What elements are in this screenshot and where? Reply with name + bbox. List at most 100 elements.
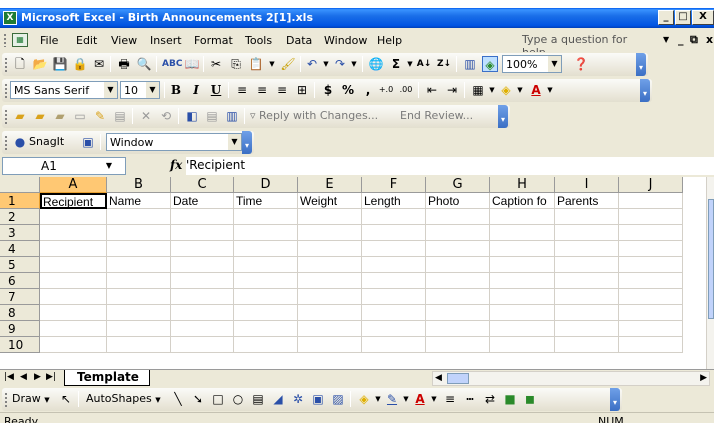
open-icon[interactable]: 📂 [32,56,48,72]
cell-b3[interactable] [107,225,171,241]
cell-a5[interactable] [40,257,107,273]
font-color-dropdown-icon[interactable]: ▼ [542,82,558,98]
row-header-4[interactable]: 4 [0,241,40,257]
fill-dropdown-icon[interactable]: ▼ [512,82,528,98]
cell-b5[interactable] [107,257,171,273]
reply-with-changes-button[interactable]: ▿ Reply with Changes... [250,109,378,122]
row-header-10[interactable]: 10 [0,337,40,353]
print-icon[interactable]: 🖶 [116,56,132,72]
cell-h7[interactable] [490,289,555,305]
cell-f7[interactable] [362,289,426,305]
cell-d10[interactable] [234,337,298,353]
cell-d4[interactable] [234,241,298,257]
toolbar-grip[interactable] [3,33,7,47]
next-sheet-icon[interactable]: ▶ [34,372,41,382]
cell-f9[interactable] [362,321,426,337]
cell-h4[interactable] [490,241,555,257]
zoom-select[interactable]: 100% ▼ [502,55,562,73]
new-icon[interactable]: 🗋 [12,56,28,72]
line-style-icon[interactable]: ≡ [442,391,458,407]
toolbar-options-icon[interactable]: ▾ [610,388,620,411]
cell-b7[interactable] [107,289,171,305]
cell-g10[interactable] [426,337,490,353]
worksheet-grid[interactable]: A B C D E F G H I J 1 Recipient Name Date Time Weight Le… [0,177,714,369]
cell-c9[interactable] [171,321,234,337]
cell-b6[interactable] [107,273,171,289]
maximize-button[interactable]: □ [675,10,691,25]
cell-j9[interactable] [619,321,683,337]
cell-d3[interactable] [234,225,298,241]
percent-button[interactable]: % [340,82,356,98]
excel-icon[interactable]: X [3,11,17,25]
workbook-icon[interactable]: ▦ [12,33,28,47]
snagit-icon[interactable]: ● [12,134,28,150]
cell-h8[interactable] [490,305,555,321]
column-header-j[interactable]: J [619,177,683,193]
cell-c1[interactable]: Date [171,193,234,209]
chart-wizard-icon[interactable]: ▥ [462,56,478,72]
capture-mode-select[interactable]: Window ▼ [106,133,242,151]
cell-b2[interactable] [107,209,171,225]
menu-tools[interactable]: Tools [245,34,272,47]
scroll-right-icon[interactable]: ▶ [700,373,707,383]
print-preview-icon[interactable]: 🔍 [136,56,152,72]
cell-a1[interactable]: Recipient [40,193,107,209]
snagit-settings-icon[interactable]: ▣ [80,134,96,150]
name-box[interactable]: A1 ▼ [2,157,126,175]
line-icon[interactable]: ╲ [170,391,186,407]
cell-b1[interactable]: Name [107,193,171,209]
cell-e3[interactable] [298,225,362,241]
paste-icon[interactable]: 📋 [248,56,264,72]
cell-g4[interactable] [426,241,490,257]
rectangle-icon[interactable]: □ [210,391,226,407]
cell-a2[interactable] [40,209,107,225]
bold-button[interactable]: B [168,82,184,98]
cell-e9[interactable] [298,321,362,337]
cell-i10[interactable] [555,337,619,353]
italic-button[interactable]: I [188,82,204,98]
shadow-icon[interactable]: ■ [502,391,518,407]
column-header-e[interactable]: E [298,177,362,193]
cell-c5[interactable] [171,257,234,273]
comma-button[interactable]: , [360,82,376,98]
arrow-icon[interactable]: ➘ [190,391,206,407]
font-size-select[interactable]: 10 ▼ [120,81,160,99]
folder-icon[interactable]: ▰ [52,108,68,124]
ink-icon[interactable]: ⟲ [158,108,174,124]
cell-b4[interactable] [107,241,171,257]
cell-c8[interactable] [171,305,234,321]
menu-format[interactable]: Format [194,34,233,47]
cut-icon[interactable]: ✂ [208,56,224,72]
cell-e5[interactable] [298,257,362,273]
prev-sheet-icon[interactable]: ◀ [20,372,27,382]
increase-decimal-icon[interactable]: +.0 [378,82,394,98]
dash-style-icon[interactable]: ┅ [462,391,478,407]
toolbar-grip[interactable] [4,135,8,150]
cell-a6[interactable] [40,273,107,289]
cell-j1[interactable] [619,193,683,209]
cell-h9[interactable] [490,321,555,337]
decrease-decimal-icon[interactable]: .00 [398,82,414,98]
vertical-scroll-thumb[interactable] [708,199,714,319]
cell-e7[interactable] [298,289,362,305]
clipart-icon[interactable]: ▣ [310,391,326,407]
format-painter-icon[interactable]: 🖌 [280,56,296,72]
cell-e1[interactable]: Weight [298,193,362,209]
title-bar[interactable]: X Microsoft Excel - Birth Announcements … [0,8,714,28]
permission-icon[interactable]: 🔒 [72,56,88,72]
cell-g7[interactable] [426,289,490,305]
toolbar-options-icon[interactable]: ▾ [498,105,508,128]
cell-i5[interactable] [555,257,619,273]
toolbar-grip[interactable] [4,83,8,98]
scroll-left-icon[interactable]: ◀ [435,373,442,383]
update-icon[interactable]: ▤ [204,108,220,124]
menu-file[interactable]: File [40,34,58,47]
cell-f4[interactable] [362,241,426,257]
reviewing-pane-icon[interactable]: ▥ [224,108,240,124]
row-header-8[interactable]: 8 [0,305,40,321]
decrease-indent-icon[interactable]: ⇤ [424,82,440,98]
cell-a10[interactable] [40,337,107,353]
cell-j8[interactable] [619,305,683,321]
menu-data[interactable]: Data [286,34,312,47]
toolbar-grip[interactable] [4,57,8,72]
